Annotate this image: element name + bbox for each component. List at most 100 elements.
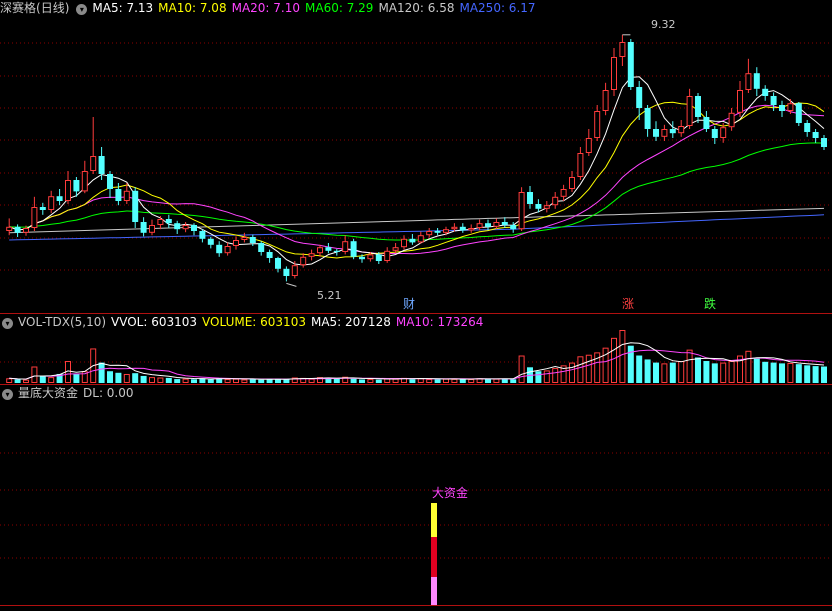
volume-bar-up xyxy=(451,378,458,383)
volume-bar-up xyxy=(543,370,550,384)
ma250-line xyxy=(9,214,825,241)
volume-bar-down xyxy=(762,361,769,383)
candle-body-up xyxy=(787,103,794,111)
candle-body-down xyxy=(535,204,542,209)
volume-bar-down xyxy=(140,375,147,383)
candle-body-down xyxy=(266,252,273,258)
candle-body-down xyxy=(804,123,811,132)
candle-body-up xyxy=(384,250,391,262)
indicator-signal-bar-top xyxy=(431,503,437,537)
volume-bar-down xyxy=(73,373,80,383)
volume-bar-up xyxy=(493,378,500,384)
candle-body-up xyxy=(392,247,399,251)
volume-bar-down xyxy=(644,359,651,383)
candle-body-up xyxy=(686,96,693,126)
candle-body-up xyxy=(23,228,29,233)
volume-bar-up xyxy=(728,361,735,383)
indicator-signal-bar-bottom xyxy=(431,577,437,605)
volume-bar-up xyxy=(611,337,617,383)
volume-bar-down xyxy=(39,375,46,383)
candle-body-down xyxy=(98,156,105,174)
ma-legend-item-3: MA60: 7.29 xyxy=(305,1,374,15)
volume-bar-down xyxy=(275,379,281,383)
indicator-legend: 量底大资金 DL: 0.00 xyxy=(18,386,139,400)
candle-body-down xyxy=(132,190,139,222)
candle-body-down xyxy=(762,88,769,96)
volume-bar-up xyxy=(569,362,575,383)
volume-bar-up xyxy=(182,378,189,384)
volume-bar-up xyxy=(149,377,155,384)
volume-bar-down xyxy=(191,379,197,383)
candle-body-up xyxy=(367,254,374,260)
indicator-panel-toggle-icon[interactable]: ▾ xyxy=(2,389,13,400)
volume-bar-down xyxy=(695,357,701,383)
price-panel-header: 深赛格(日线) ▾ MA5: 7.13 MA10: 7.08 MA20: 7.10 MA6… xyxy=(0,0,541,16)
candle-body-down xyxy=(669,129,676,134)
volume-legend-item-0: VOL-TDX(5,10) xyxy=(18,315,107,329)
candle-body-down xyxy=(275,258,281,269)
candle-body-down xyxy=(653,129,659,137)
volume-bar-up xyxy=(417,378,424,383)
volume-bar-down xyxy=(485,379,491,383)
candle-body-down xyxy=(753,73,760,89)
volume-ma5-line xyxy=(9,342,825,380)
candle-body-down xyxy=(216,244,223,254)
candle-body-down xyxy=(249,237,256,243)
period-label: (日线) xyxy=(36,1,70,15)
volume-bar-down xyxy=(375,379,382,383)
volume-bar-down xyxy=(174,379,181,383)
volume-ma10-line xyxy=(9,349,825,380)
volume-bar-down xyxy=(409,379,416,383)
volume-bar-up xyxy=(308,378,315,384)
candle-body-up xyxy=(233,240,239,246)
candle-body-up xyxy=(678,126,685,134)
candle-body-up xyxy=(585,138,592,153)
candle-body-down xyxy=(165,219,172,224)
volume-bar-down xyxy=(779,363,785,383)
candle-body-down xyxy=(770,96,777,105)
volume-bar-down xyxy=(770,362,777,383)
candle-body-down xyxy=(711,129,718,138)
candle-body-up xyxy=(661,129,668,137)
volume-bar-down xyxy=(636,355,643,383)
candle-body-up xyxy=(48,196,55,210)
volume-bar-up xyxy=(233,378,239,384)
candle-body-up xyxy=(90,156,97,171)
candle-body-up xyxy=(149,225,155,233)
volume-panel-toggle-icon[interactable]: ▾ xyxy=(2,318,13,329)
volume-bar-down xyxy=(795,364,802,383)
volume-bar-up xyxy=(6,378,13,383)
candle-body-up xyxy=(493,222,500,227)
volume-bar-down xyxy=(804,365,811,383)
candle-body-up xyxy=(224,246,231,254)
volume-bar-down xyxy=(359,379,365,383)
candle-body-down xyxy=(283,268,290,276)
candle-body-up xyxy=(552,196,559,206)
candle-body-down xyxy=(199,231,206,239)
high-price-label: 9.32 xyxy=(651,18,676,31)
volume-bar-up xyxy=(241,379,248,384)
volume-bar-up xyxy=(48,377,55,384)
volume-bar-down xyxy=(132,373,139,383)
volume-bar-down xyxy=(535,371,542,383)
candle-body-down xyxy=(73,180,80,192)
volume-bar-down xyxy=(459,379,466,383)
candle-body-down xyxy=(39,207,46,210)
candle-body-up xyxy=(157,219,164,225)
volume-bar-up xyxy=(577,356,584,384)
volume-bar-down xyxy=(653,362,659,383)
volume-bar-down xyxy=(165,377,172,383)
volume-bar-up xyxy=(426,379,433,383)
indicator-signal-label: 大资金 xyxy=(432,486,469,500)
signal-cai: 财 xyxy=(403,297,416,311)
candle-body-up xyxy=(308,253,315,257)
volume-bar-down xyxy=(753,358,760,383)
candle-body-up xyxy=(451,226,458,230)
candle-body-up xyxy=(569,177,575,189)
volume-bar-down xyxy=(669,362,676,383)
candle-body-down xyxy=(14,226,21,233)
candle-body-up xyxy=(123,190,130,202)
candle-body-up xyxy=(518,192,525,230)
candle-body-down xyxy=(140,222,147,233)
price-panel-toggle-icon[interactable]: ▾ xyxy=(76,4,88,15)
